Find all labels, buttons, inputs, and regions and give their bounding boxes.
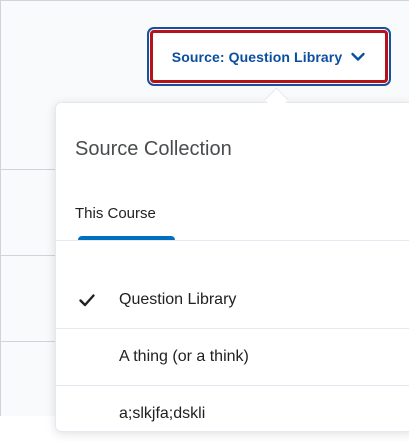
- menu-item-question-library[interactable]: Question Library: [56, 272, 409, 328]
- tab-this-course[interactable]: This Course: [75, 205, 156, 222]
- menu-item-third[interactable]: a;slkjfa;dskli: [56, 386, 409, 442]
- source-collection-dropdown: Source Collection This Course Question L…: [55, 102, 409, 432]
- chevron-down-icon: [350, 49, 366, 65]
- tab-divider: [56, 240, 409, 241]
- menu-item-label: Question Library: [119, 291, 237, 308]
- source-button-label: Source: Question Library: [171, 48, 343, 65]
- checkmark-icon: [78, 291, 96, 309]
- menu-item-label: A thing (or a think): [119, 348, 249, 365]
- background-divider: [1, 169, 61, 170]
- menu-item-label: a;slkjfa;dskli: [119, 405, 206, 422]
- dropdown-title: Source Collection: [75, 138, 232, 160]
- menu-item-a-thing[interactable]: A thing (or a think): [56, 329, 409, 385]
- background-divider: [1, 341, 61, 342]
- source-dropdown-button[interactable]: Source: Question Library: [147, 27, 391, 86]
- background-divider: [1, 255, 61, 256]
